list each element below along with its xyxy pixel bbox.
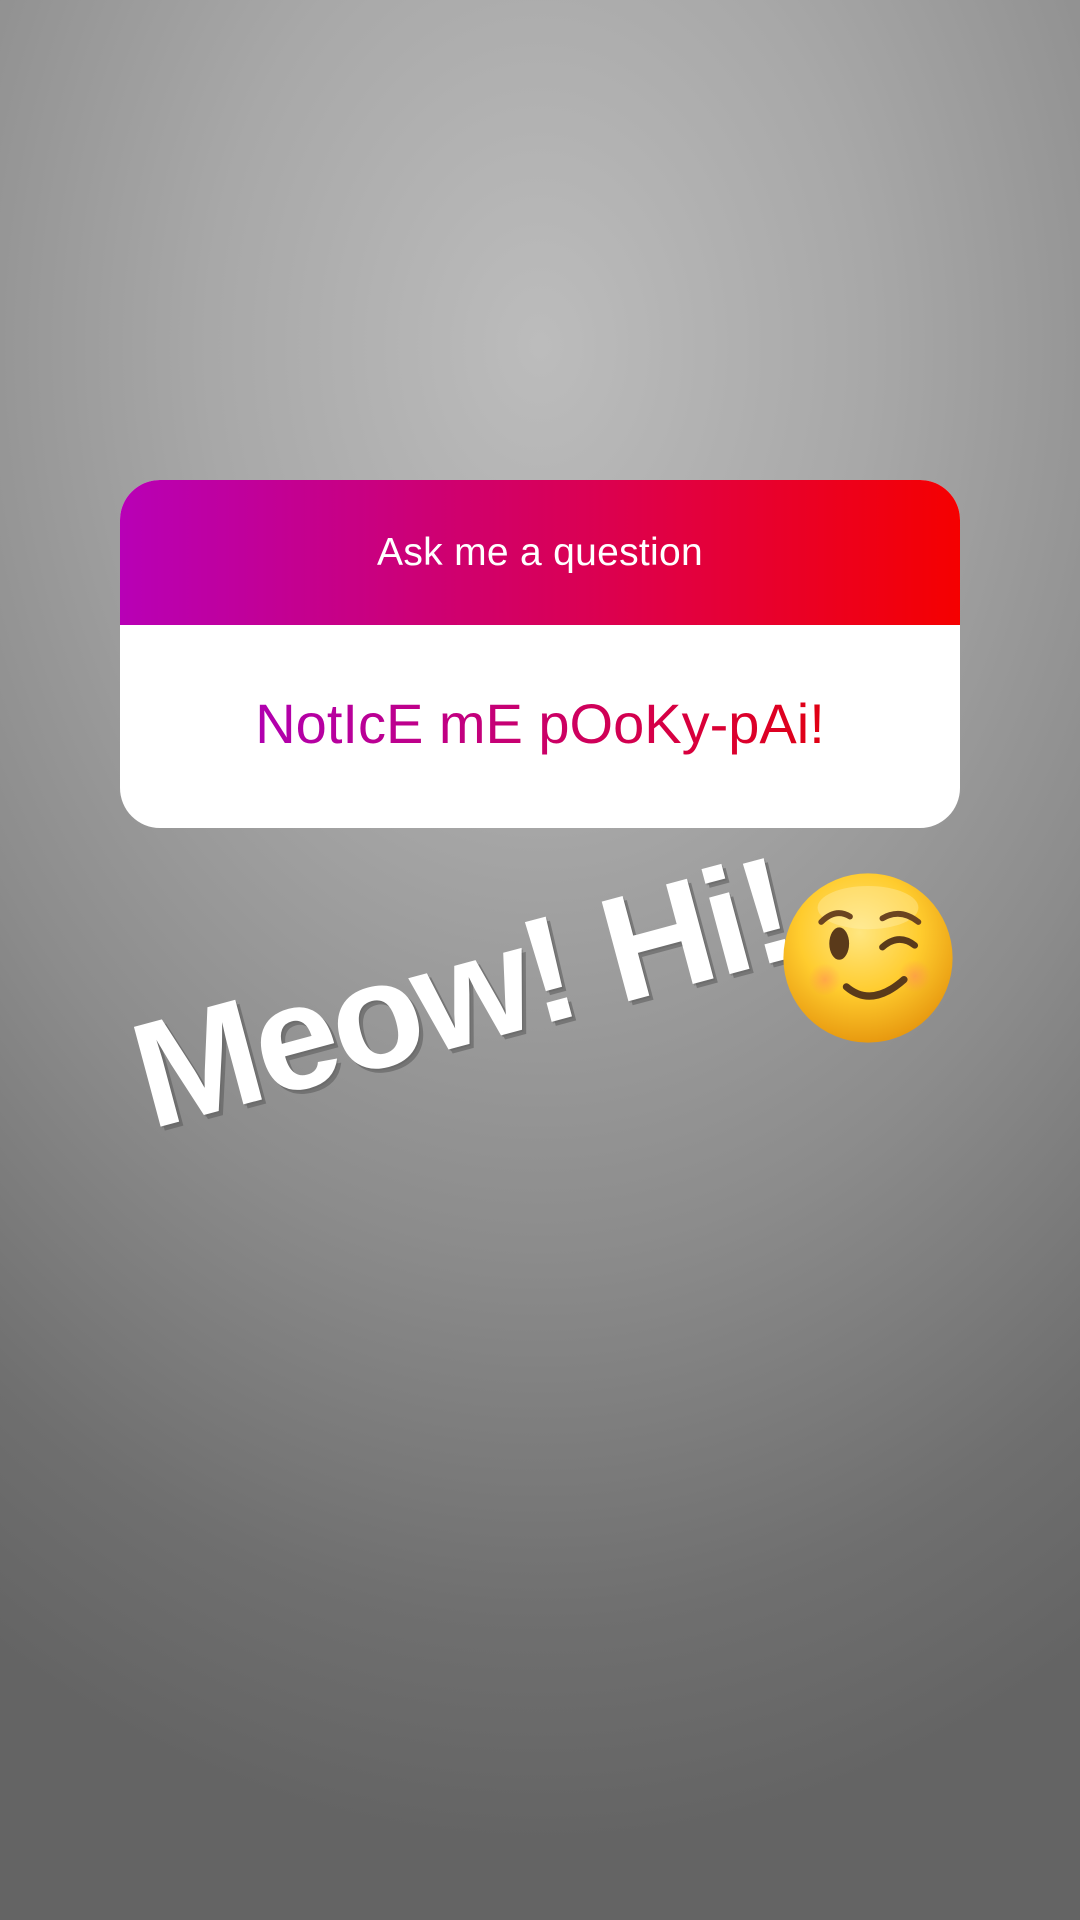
question-sticker-header: Ask me a question (120, 480, 960, 625)
question-answer: NotIcE mE pOoKy-pAi! (255, 693, 825, 761)
winking-face-icon[interactable] (778, 868, 958, 1048)
question-sticker[interactable]: Ask me a question NotIcE mE pOoKy-pAi! (120, 480, 960, 828)
question-prompt: Ask me a question (377, 530, 703, 574)
story-canvas: Ask me a question NotIcE mE pOoKy-pAi! M… (0, 0, 1080, 1920)
question-sticker-body: NotIcE mE pOoKy-pAi! (120, 625, 960, 828)
overlay-text[interactable]: Meow! Hi! (115, 822, 809, 1163)
